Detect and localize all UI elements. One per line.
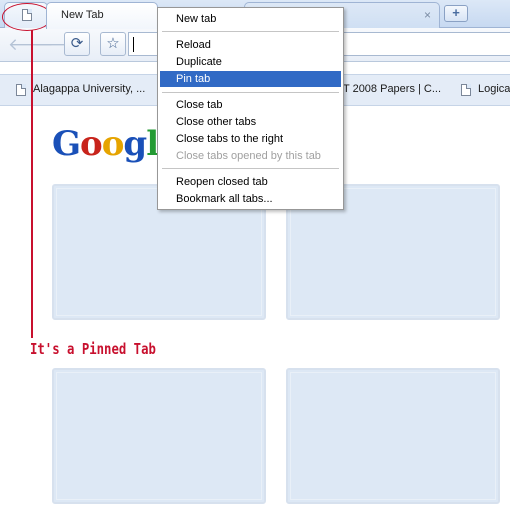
menu-separator [162,31,339,32]
tab-context-menu: New tab Reload Duplicate Pin tab Close t… [157,7,344,210]
menu-item-duplicate[interactable]: Duplicate [160,54,341,70]
menu-item-close-tabs-right[interactable]: Close tabs to the right [160,131,341,147]
bookmark-item[interactable]: Logical [461,83,510,96]
logo-letter: o [101,124,125,164]
bookmark-item[interactable]: Alagappa University, ... [16,83,145,96]
annotation-line [31,30,33,338]
menu-item-bookmark-all-tabs[interactable]: Bookmark all tabs... [160,191,341,207]
logo-letter: o [80,124,103,164]
menu-item-close-other-tabs[interactable]: Close other tabs [160,114,341,130]
tab-new-tab[interactable]: New Tab [46,2,158,29]
page-icon [461,84,471,96]
logo-letter: G [52,124,81,164]
star-icon: ☆ [106,35,120,52]
menu-item-reopen-closed-tab[interactable]: Reopen closed tab [160,174,341,190]
close-icon[interactable]: × [424,8,431,22]
menu-separator [162,168,339,169]
annotation-label: It's a Pinned Tab [30,340,156,358]
new-tab-button[interactable]: + [444,5,468,22]
menu-item-reload[interactable]: Reload [160,37,341,53]
annotation-ellipse [2,3,52,31]
tab-title: New Tab [61,9,104,21]
menu-item-pin-tab[interactable]: Pin tab [160,71,341,87]
text-caret [133,37,134,52]
page-icon [16,84,26,96]
logo-letter: g [123,124,147,164]
menu-item-close-tab[interactable]: Close tab [160,97,341,113]
thumbnail-tile[interactable] [286,368,500,504]
reload-icon: ⟳ [70,35,84,52]
menu-item-close-opened-tabs: Close tabs opened by this tab [176,150,321,162]
reload-button[interactable]: ⟳ [64,32,90,56]
thumbnail-tile[interactable] [52,368,266,504]
menu-item-new-tab[interactable]: New tab [160,11,341,27]
menu-separator [162,92,339,93]
bookmark-star-button[interactable]: ☆ [100,32,126,56]
